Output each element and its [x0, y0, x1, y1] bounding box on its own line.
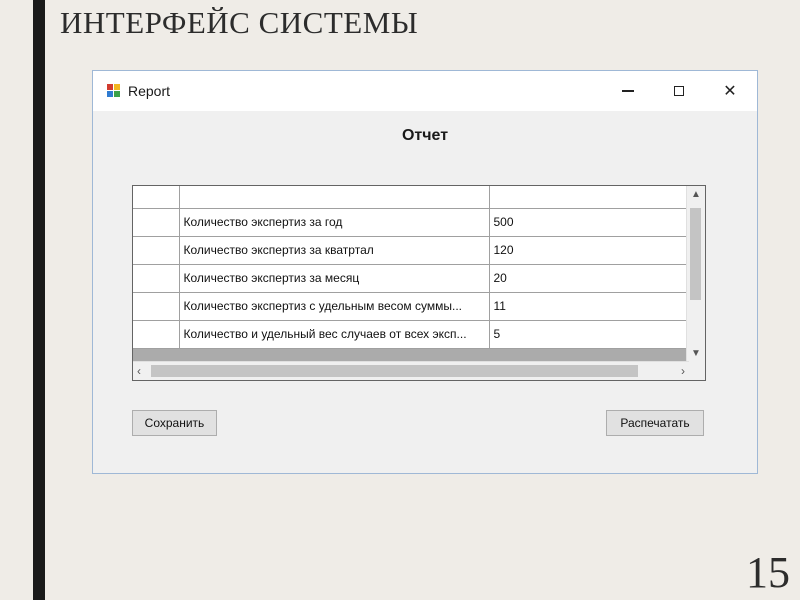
vertical-scroll-thumb[interactable]: [690, 208, 701, 300]
row-label[interactable]: Количество и удельный вес случаев от все…: [179, 320, 490, 349]
row-header[interactable]: [133, 292, 180, 321]
horizontal-scroll-thumb[interactable]: [151, 365, 638, 377]
row-label[interactable]: Количество экспертиз за кватртал: [179, 236, 490, 265]
row-value[interactable]: 500: [489, 208, 687, 237]
print-button[interactable]: Распечатать: [606, 410, 704, 436]
row-value[interactable]: 20: [489, 264, 687, 293]
column-header-value[interactable]: [489, 186, 687, 209]
scroll-left-icon[interactable]: ‹: [137, 364, 141, 378]
row-value[interactable]: 120: [489, 236, 687, 265]
row-value[interactable]: 11: [489, 292, 687, 321]
report-window: Report ✕ Отчет Количество экспертиз за г…: [92, 70, 758, 474]
table-row[interactable]: Количество экспертиз за месяц 20: [133, 264, 687, 293]
report-grid[interactable]: Количество экспертиз за год 500 Количест…: [132, 185, 706, 381]
column-header-label[interactable]: [179, 186, 490, 209]
save-button[interactable]: Сохранить: [132, 410, 217, 436]
table-row[interactable]: Количество экспертиз с удельным весом су…: [133, 292, 687, 321]
row-value[interactable]: 5: [489, 320, 687, 349]
row-header[interactable]: [133, 320, 180, 349]
app-icon: [107, 84, 120, 97]
page-number: 15: [746, 548, 790, 597]
horizontal-scrollbar[interactable]: ‹ ›: [133, 361, 689, 380]
row-label[interactable]: Количество экспертиз за год: [179, 208, 490, 237]
row-header[interactable]: [133, 208, 180, 237]
slide-title: ИНТЕРФЕЙС СИСТЕМЫ: [60, 5, 419, 40]
report-heading: Отчет: [401, 127, 449, 144]
row-header-corner[interactable]: [133, 186, 180, 209]
minimize-button[interactable]: [605, 71, 651, 111]
slide-left-bar: [33, 0, 45, 600]
row-header[interactable]: [133, 236, 180, 265]
scroll-right-icon[interactable]: ›: [681, 364, 685, 378]
header-row: [133, 186, 687, 209]
row-label[interactable]: Количество экспертиз за месяц: [179, 264, 490, 293]
row-header[interactable]: [133, 264, 180, 293]
window-titlebar[interactable]: Report ✕: [93, 71, 757, 111]
vertical-scrollbar[interactable]: ▲ ▼: [686, 186, 705, 362]
scroll-up-icon[interactable]: ▲: [687, 189, 705, 200]
table-row[interactable]: Количество экспертиз за кватртал 120: [133, 236, 687, 265]
report-table: Количество экспертиз за год 500 Количест…: [133, 186, 687, 349]
scrollbar-corner: [687, 362, 705, 380]
minimize-icon: [622, 90, 634, 92]
table-row[interactable]: Количество и удельный вес случаев от все…: [133, 320, 687, 349]
close-icon: ✕: [723, 83, 737, 100]
window-title: Report: [128, 83, 171, 99]
maximize-icon: [674, 86, 684, 96]
table-row[interactable]: Количество экспертиз за год 500: [133, 208, 687, 237]
maximize-button[interactable]: [656, 71, 702, 111]
close-button[interactable]: ✕: [707, 71, 753, 111]
row-label[interactable]: Количество экспертиз с удельным весом су…: [179, 292, 490, 321]
scroll-down-icon[interactable]: ▼: [687, 348, 705, 359]
